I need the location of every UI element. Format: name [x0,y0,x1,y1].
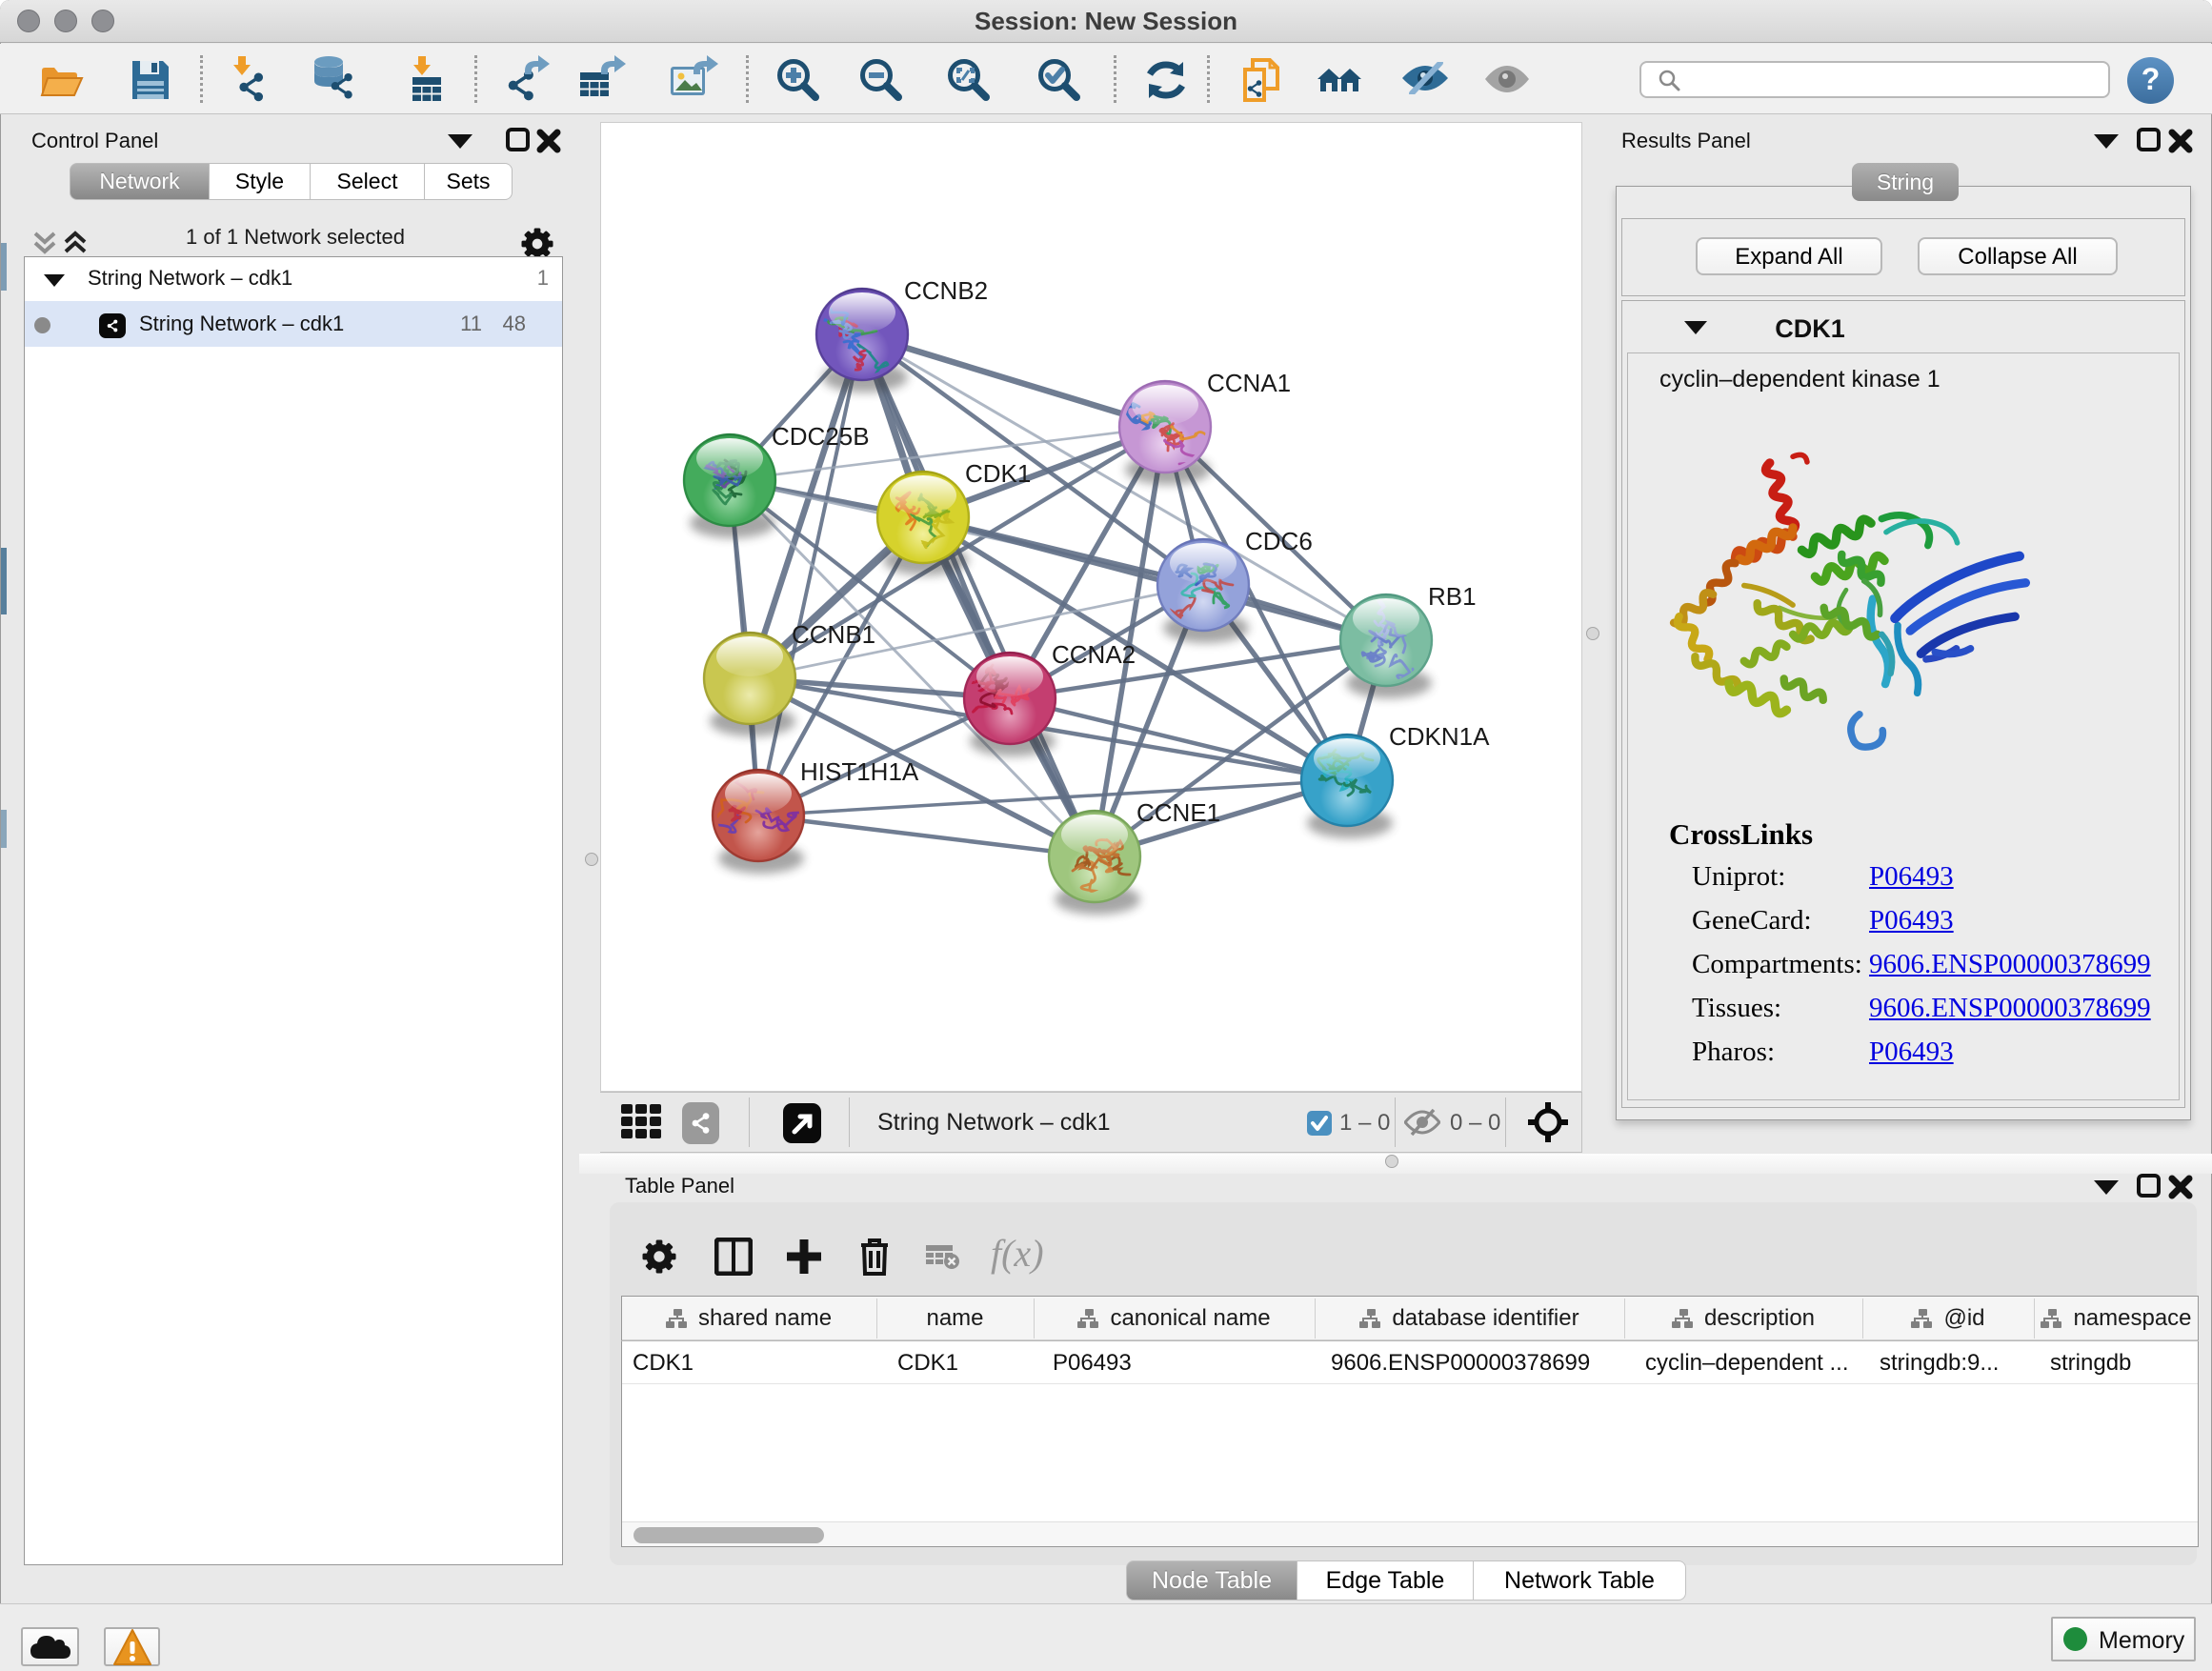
svg-text:CCNB1: CCNB1 [792,620,875,649]
svg-text:CDC25B: CDC25B [772,422,870,451]
svg-text:CDKN1A: CDKN1A [1389,722,1490,751]
svg-text:CCNE1: CCNE1 [1136,798,1220,827]
svg-text:CCNA1: CCNA1 [1207,369,1291,397]
svg-text:CCNB2: CCNB2 [904,276,988,305]
svg-text:RB1: RB1 [1428,582,1477,611]
svg-text:CDC6: CDC6 [1245,527,1313,555]
svg-text:CCNA2: CCNA2 [1052,640,1136,669]
svg-text:CDK1: CDK1 [965,459,1031,488]
svg-text:HIST1H1A: HIST1H1A [800,757,919,786]
